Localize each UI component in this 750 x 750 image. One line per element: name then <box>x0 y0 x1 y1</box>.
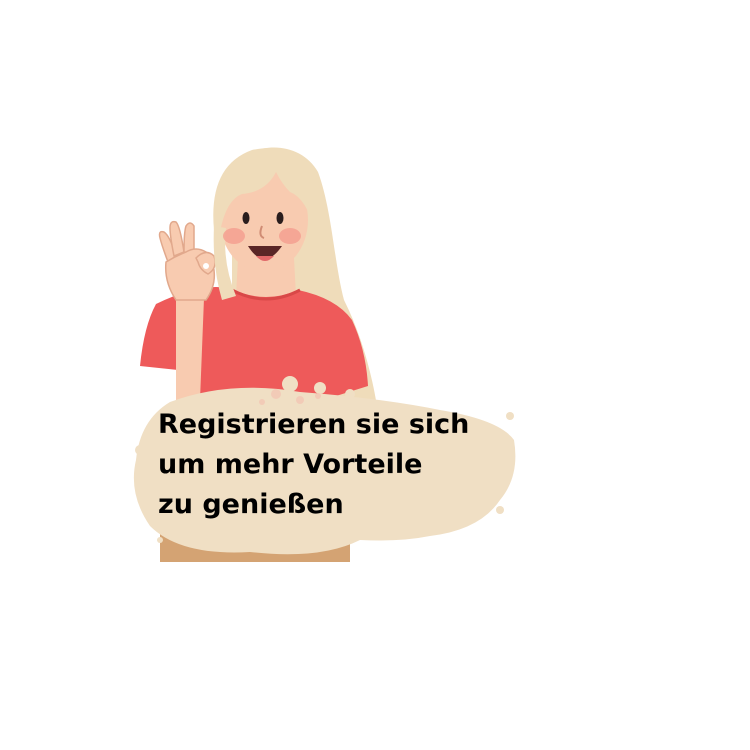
raised-arm <box>176 298 204 400</box>
right-eye <box>276 212 284 224</box>
registration-prompt: Registrieren sie sich um mehr Vorteile z… <box>158 405 518 525</box>
left-cheek <box>223 228 245 244</box>
ok-circle <box>203 263 209 269</box>
caption-line-2: um mehr Vorteile <box>158 449 423 480</box>
caption-line-3: zu genießen <box>158 489 344 520</box>
right-cheek <box>279 228 301 244</box>
ok-hand <box>158 220 216 301</box>
caption-line-1: Registrieren sie sich <box>158 409 470 440</box>
page: Registrieren sie sich um mehr Vorteile z… <box>0 0 750 750</box>
left-eye <box>242 212 250 224</box>
woman-ok-gesture-illustration <box>133 147 516 562</box>
